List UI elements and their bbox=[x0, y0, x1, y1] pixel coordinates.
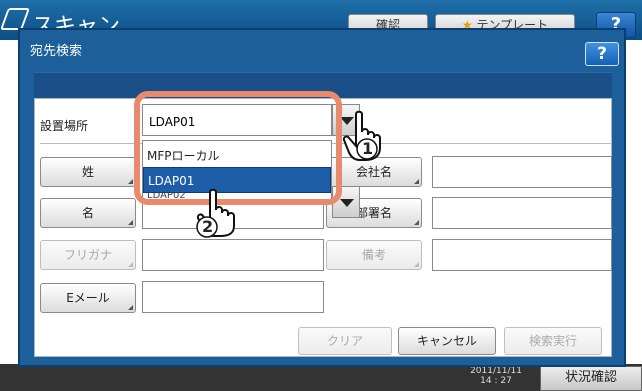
note-label: 備考 bbox=[361, 248, 386, 262]
given-name-label: 名 bbox=[81, 206, 94, 220]
company-field[interactable] bbox=[432, 156, 612, 188]
datetime: 2011/11/11 14 : 27 bbox=[470, 366, 522, 386]
email-field[interactable] bbox=[142, 281, 324, 313]
surname-button[interactable]: 姓 bbox=[40, 157, 136, 187]
status-button[interactable]: 状況確認 bbox=[540, 366, 642, 391]
cancel-button[interactable]: キャンセル bbox=[398, 327, 496, 355]
email-button[interactable]: Eメール bbox=[40, 283, 136, 313]
step-1-number: 1 bbox=[362, 139, 374, 158]
step-2-number: 2 bbox=[202, 217, 214, 236]
department-field[interactable] bbox=[432, 197, 612, 229]
furigana-label: フリガナ bbox=[63, 248, 112, 262]
email-label: Eメール bbox=[66, 291, 110, 305]
furigana-field[interactable] bbox=[142, 239, 324, 271]
given-name-button[interactable]: 名 bbox=[40, 198, 136, 228]
dialog-title: 宛先検索 bbox=[30, 44, 83, 59]
note-field[interactable] bbox=[432, 239, 612, 271]
company-label: 会社名 bbox=[355, 165, 392, 179]
highlight-frame bbox=[134, 91, 342, 205]
note-button[interactable]: 備考 bbox=[326, 240, 422, 270]
location-label: 設置場所 bbox=[40, 119, 89, 133]
search-execute-button[interactable]: 検索実行 bbox=[504, 327, 602, 355]
dialog-help-button[interactable]: ? bbox=[585, 42, 619, 66]
department-label: 部署名 bbox=[355, 206, 392, 220]
clear-button[interactable]: クリア bbox=[298, 327, 392, 355]
surname-label: 姓 bbox=[81, 165, 94, 179]
furigana-button[interactable]: フリガナ bbox=[40, 240, 136, 270]
